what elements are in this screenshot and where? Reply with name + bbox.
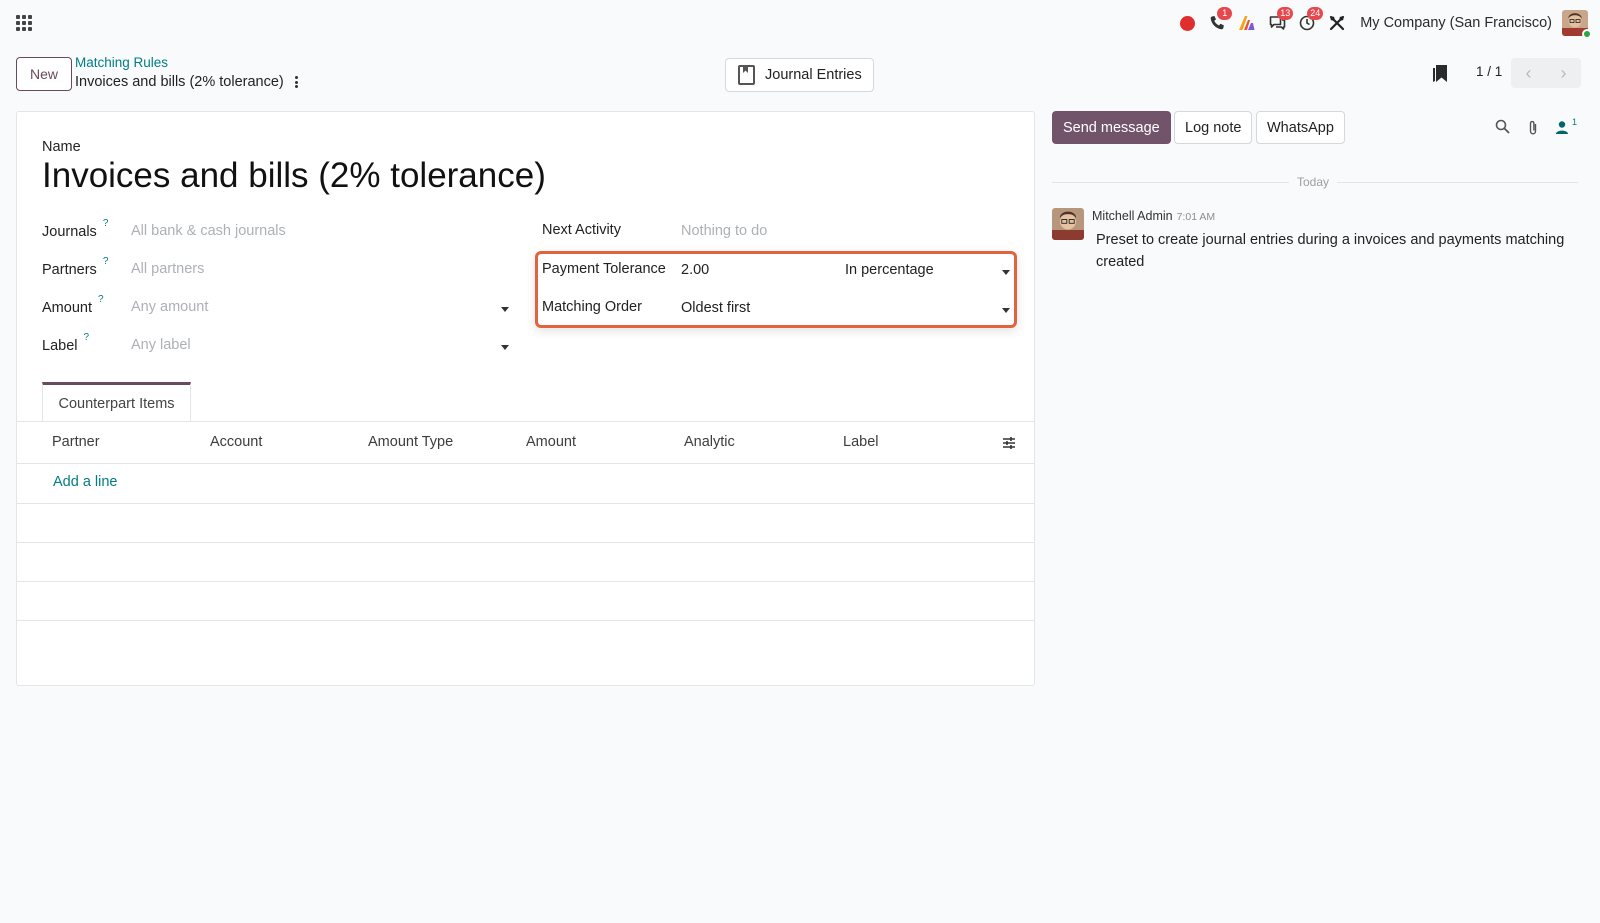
whatsapp-button[interactable]: WhatsApp [1256, 111, 1345, 144]
table-row [17, 620, 1034, 621]
recording-icon[interactable] [1172, 8, 1202, 38]
tools-icon[interactable] [1322, 8, 1352, 38]
breadcrumb-current: Invoices and bills (2% tolerance) [75, 74, 284, 90]
journals-label: Journals? [42, 218, 109, 240]
amount-help-icon[interactable]: ? [98, 294, 104, 305]
message-author: Mitchell Admin 7:01 AM [1092, 209, 1215, 223]
column-amount[interactable]: Amount [526, 434, 576, 450]
column-amount-type[interactable]: Amount Type [368, 434, 453, 450]
breadcrumb-matching-rules[interactable]: Matching Rules [75, 55, 168, 70]
date-separator-label: Today [1289, 175, 1338, 189]
top-navbar: 1 13 24 My Company (San Francisco) [0, 0, 1600, 46]
systray: 1 13 24 My Company (San Francisco) [1172, 7, 1592, 39]
pager-buttons: ‹ › [1511, 58, 1581, 88]
name-label: Name [42, 139, 81, 155]
label-label: Label? [42, 332, 90, 354]
book-icon [738, 65, 755, 85]
header-divider [17, 463, 1034, 464]
activities-badge: 24 [1307, 7, 1324, 20]
followers-count: 1 [1572, 117, 1578, 127]
company-switcher[interactable]: My Company (San Francisco) [1360, 15, 1552, 31]
column-partner[interactable]: Partner [52, 434, 100, 450]
pager-value: 1 / 1 [1476, 64, 1503, 79]
label-help-icon[interactable]: ? [83, 332, 89, 343]
next-activity-label: Next Activity [542, 222, 621, 238]
send-message-button[interactable]: Send message [1052, 111, 1171, 144]
clock-icon[interactable]: 24 [1292, 7, 1324, 38]
apps-menu-icon[interactable] [16, 15, 32, 31]
table-row [17, 503, 1034, 504]
payment-tolerance-input[interactable]: 2.00 [681, 262, 709, 278]
matching-order-select[interactable]: Oldest first [681, 300, 750, 316]
amount-select[interactable]: Any amount [131, 299, 208, 315]
next-activity-field[interactable]: Nothing to do [681, 223, 767, 239]
new-button[interactable]: New [16, 57, 73, 91]
column-account[interactable]: Account [210, 434, 262, 450]
optional-columns-icon[interactable] [1002, 436, 1016, 450]
messages-badge: 13 [1277, 7, 1294, 20]
pager-next-icon[interactable]: › [1546, 58, 1581, 88]
pager-previous-icon[interactable]: ‹ [1511, 58, 1546, 88]
message-author-avatar[interactable] [1052, 208, 1084, 240]
name-field[interactable]: Invoices and bills (2% tolerance) [42, 156, 546, 196]
message-time: 7:01 AM [1176, 211, 1216, 223]
journals-field[interactable]: All bank & cash journals [131, 223, 286, 239]
matching-order-label: Matching Order [542, 299, 642, 315]
tolerance-type-dropdown-icon[interactable] [1002, 270, 1010, 275]
add-a-line-link[interactable]: Add a line [53, 474, 118, 490]
column-label[interactable]: Label [843, 434, 878, 450]
actions-menu-icon[interactable] [291, 74, 301, 90]
partners-label: Partners? [42, 256, 109, 278]
phone-icon[interactable]: 1 [1202, 7, 1233, 38]
message-author-name[interactable]: Mitchell Admin [1092, 209, 1173, 223]
table-row [17, 581, 1034, 582]
a-logo-icon[interactable] [1232, 8, 1262, 38]
label-dropdown-icon[interactable] [501, 345, 509, 350]
matching-order-dropdown-icon[interactable] [1002, 308, 1010, 313]
log-note-button[interactable]: Log note [1174, 111, 1253, 144]
column-analytic[interactable]: Analytic [684, 434, 735, 450]
amount-dropdown-icon[interactable] [501, 307, 509, 312]
attachment-icon[interactable] [1527, 120, 1539, 136]
partners-help-icon[interactable]: ? [103, 256, 109, 267]
payment-tolerance-label: Payment Tolerance [542, 261, 666, 277]
journal-entries-label: Journal Entries [765, 67, 862, 83]
table-row [17, 542, 1034, 543]
tolerance-type-select[interactable]: In percentage [845, 262, 934, 278]
online-status-icon [1582, 29, 1592, 39]
tab-counterpart-items[interactable]: Counterpart Items [42, 382, 191, 422]
message-body: Preset to create journal entries during … [1096, 232, 1565, 270]
partners-field[interactable]: All partners [131, 261, 204, 277]
user-avatar[interactable] [1562, 10, 1592, 39]
calls-badge: 1 [1217, 7, 1233, 20]
form-sheet: Name Invoices and bills (2% tolerance) J… [16, 111, 1035, 686]
search-icon[interactable] [1495, 119, 1510, 134]
journal-entries-button[interactable]: Journal Entries [725, 58, 874, 92]
bookmark-icon[interactable] [1432, 64, 1448, 83]
followers-icon[interactable] [1555, 120, 1571, 135]
amount-label: Amount? [42, 294, 104, 316]
label-select[interactable]: Any label [131, 337, 191, 353]
tab-divider [17, 421, 1034, 422]
journals-help-icon[interactable]: ? [103, 218, 109, 229]
chat-icon[interactable]: 13 [1262, 7, 1294, 38]
